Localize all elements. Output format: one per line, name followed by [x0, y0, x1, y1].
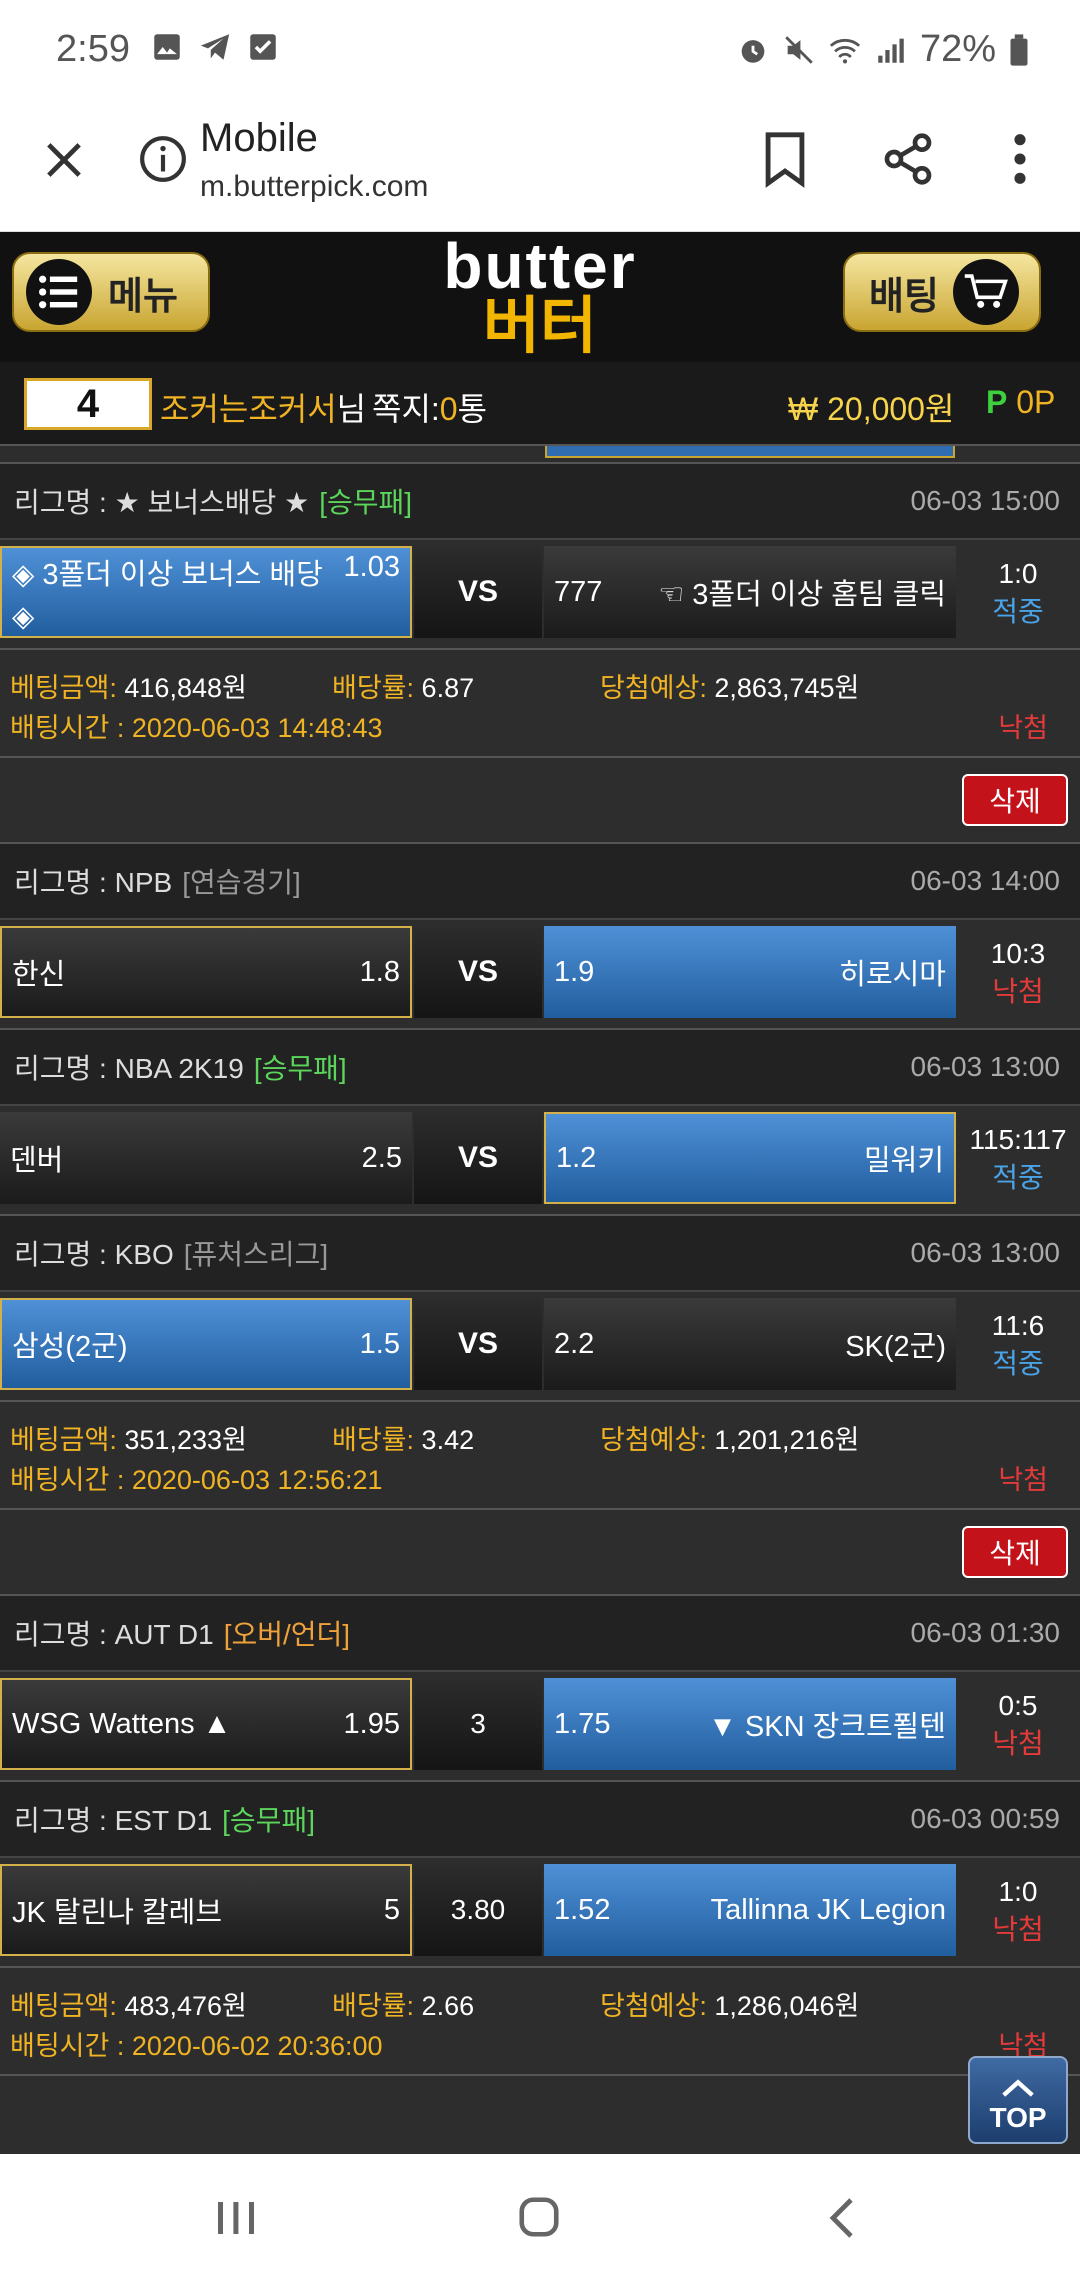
alarm-icon [741, 39, 765, 63]
signal-icon [878, 38, 904, 63]
level-badge: 4 [24, 378, 152, 430]
balance: ₩ 20,000원 [788, 391, 955, 427]
home-pick[interactable]: 한신 1.8 [0, 926, 412, 1018]
away-pick[interactable]: 1.52 Tallinna JK Legion [544, 1864, 956, 1956]
logo-ko: 버터 [482, 292, 598, 361]
home-icon[interactable] [516, 2194, 562, 2240]
home-pick[interactable]: 덴버 2.5 [0, 1112, 412, 1204]
match-row: 덴버 2.5 VS 1.2 밀워키 115:117 적중 [0, 1106, 1080, 1216]
wifi-icon [829, 38, 861, 63]
bookmark-icon[interactable] [760, 130, 810, 188]
match-row: JK 탈린나 칼레브 5 3.80 1.52 Tallinna JK Legio… [0, 1858, 1080, 1968]
away-pick[interactable]: 1.9 히로시마 [544, 926, 956, 1018]
vs-label: VS [414, 1298, 542, 1390]
league-header: 리그명 : ★ 보너스배당 ★ [승무패] 06-03 15:00 [0, 464, 1080, 540]
scroll-top-button[interactable]: TOP [968, 2056, 1068, 2144]
league-header: 리그명 : KBO [퓨처스리그] 06-03 13:00 [0, 1216, 1080, 1292]
bet-history-list[interactable]: 리그명 : ★ 보너스배당 ★ [승무패] 06-03 15:00 ◈ 3폴더 … [0, 446, 1080, 2154]
league-header: 리그명 : EST D1 [승무패] 06-03 00:59 [0, 1782, 1080, 1858]
away-pick[interactable]: 777 ☜ 3폴더 이상 홈팀 클릭 [544, 546, 956, 638]
share-icon[interactable] [880, 130, 936, 188]
messages-link[interactable]: 쪽지:0통 [372, 384, 487, 430]
match-result: 10:3 낙첨 [990, 938, 1046, 1007]
battery-percent: 72% [919, 28, 996, 70]
status-bar: 2:59 72% [0, 0, 1080, 100]
user-info-bar: 4 조커는조커서님 쪽지:0통 ₩ 20,000원 P 0P [0, 362, 1080, 446]
logo-en: butter [443, 230, 637, 302]
match-result: 1:0 낙첨 [992, 1876, 1044, 1945]
browser-toolbar: Mobile m.butterpick.com [0, 100, 1080, 232]
match-row: WSG Wattens ▲ 1.95 3 1.75 ▼ SKN 장크트푈텐 0:… [0, 1672, 1080, 1782]
recent-apps-icon[interactable] [214, 2198, 258, 2238]
points: P 0P [986, 384, 1056, 420]
chevron-up-icon [1002, 2079, 1034, 2097]
image-icon [154, 34, 180, 60]
vs-label: VS [414, 546, 542, 638]
bet-summary: 베팅금액: 351,233원 배당률: 3.42 당첨예상: 1,201,216… [0, 1402, 1080, 1510]
menu-label: 메뉴 [108, 275, 178, 318]
bet-status: 낙첨 [998, 1465, 1048, 1495]
home-pick[interactable]: WSG Wattens ▲ 1.95 [0, 1678, 412, 1770]
bet-status: 낙첨 [998, 713, 1048, 743]
match-row: ◈ 3폴더 이상 보너스 배당 1.03 ◈ VS 777 ☜ 3폴더 이상 홈팀… [0, 540, 1080, 650]
match-result: 1:0 적중 [992, 558, 1044, 627]
site-logo[interactable]: butter 버터 [420, 230, 660, 361]
back-icon[interactable] [826, 2196, 856, 2240]
page-title: Mobile [200, 116, 318, 160]
system-nav-bar [0, 2154, 1080, 2280]
handicap-value: 3 [414, 1678, 542, 1770]
vs-label: VS [414, 926, 542, 1018]
home-pick[interactable]: JK 탈린나 칼레브 5 [0, 1864, 412, 1956]
away-pick[interactable]: 2.2 SK(2군) [544, 1298, 956, 1390]
match-row: 삼성(2군) 1.5 VS 2.2 SK(2군) 11:6 적중 [0, 1292, 1080, 1402]
bet-slip-button[interactable]: 배팅 [843, 252, 1041, 332]
check-icon [250, 34, 276, 60]
home-pick[interactable]: 삼성(2군) 1.5 [0, 1298, 412, 1390]
username: 조커는조커서님 [160, 391, 367, 427]
vs-label: VS [414, 1112, 542, 1204]
telegram-icon [200, 34, 230, 60]
draw-odds: 3.80 [414, 1864, 542, 1956]
league-header: 리그명 : NPB [연습경기] 06-03 14:00 [0, 844, 1080, 920]
bet-label: 배팅 [869, 275, 939, 318]
list-icon [26, 259, 92, 325]
match-result: 0:5 낙첨 [992, 1690, 1044, 1759]
close-icon[interactable] [38, 134, 90, 186]
bet-summary: 베팅금액: 416,848원 배당률: 6.87 당첨예상: 2,863,745… [0, 650, 1080, 758]
page-url[interactable]: m.butterpick.com [200, 170, 428, 204]
league-header: 리그명 : NBA 2K19 [승무패] 06-03 13:00 [0, 1030, 1080, 1106]
bet-summary: 베팅금액: 483,476원 배당률: 2.66 당첨예상: 1,286,046… [0, 1968, 1080, 2076]
menu-button[interactable]: 메뉴 [12, 252, 210, 332]
away-pick[interactable]: 1.75 ▼ SKN 장크트푈텐 [544, 1678, 956, 1770]
match-result: 11:6 적중 [991, 1310, 1045, 1379]
status-time: 2:59 [56, 28, 130, 70]
more-icon[interactable] [1000, 130, 1040, 188]
match-row: 한신 1.8 VS 1.9 히로시마 10:3 낙첨 [0, 920, 1080, 1030]
site-header: 메뉴 butter 버터 배팅 [0, 232, 1080, 362]
battery-icon [1010, 33, 1028, 66]
mute-icon [785, 35, 813, 64]
delete-button[interactable]: 삭제 [962, 1526, 1068, 1578]
league-header: 리그명 : AUT D1 [오버/언더] 06-03 01:30 [0, 1596, 1080, 1672]
info-icon[interactable] [138, 134, 188, 184]
cart-icon [952, 259, 1019, 325]
delete-button[interactable]: 삭제 [962, 774, 1068, 826]
home-pick[interactable]: ◈ 3폴더 이상 보너스 배당 1.03 ◈ [0, 546, 412, 638]
away-pick[interactable]: 1.2 밀워키 [544, 1112, 956, 1204]
match-result: 115:117 적중 [969, 1124, 1067, 1193]
previous-row-edge [0, 446, 1080, 464]
